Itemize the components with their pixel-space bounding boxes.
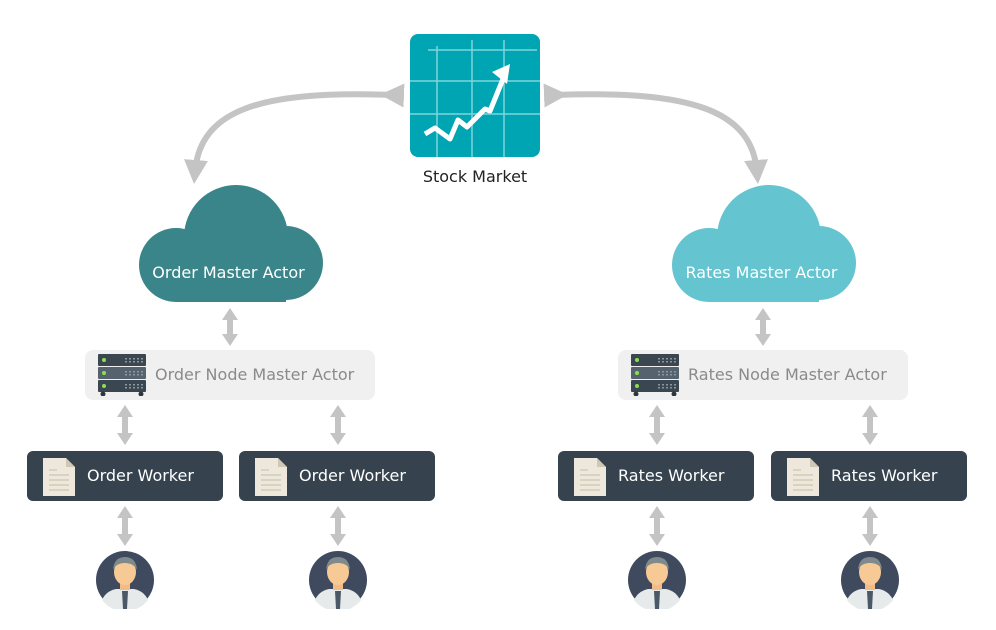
curved-arrow-left: [184, 83, 405, 184]
order-worker-2: Order Worker: [239, 451, 435, 501]
rates-master-actor: Rates Master Actor: [669, 185, 859, 307]
double-arrow: [649, 506, 665, 546]
order-master-label: Order Master Actor: [152, 263, 305, 282]
curved-arrow-right: [543, 83, 768, 184]
rates-worker-1: Rates Worker: [558, 451, 754, 501]
double-arrow: [862, 405, 878, 445]
user-avatar: [96, 551, 154, 613]
double-arrow: [222, 308, 238, 346]
worker-label: Rates Worker: [831, 466, 938, 485]
rates-worker-2: Rates Worker: [771, 451, 967, 501]
user-avatar: [309, 551, 367, 613]
user-avatar: [628, 551, 686, 613]
double-arrow: [649, 405, 665, 445]
double-arrow: [330, 405, 346, 445]
rates-node-master-actor: Rates Node Master Actor: [618, 350, 908, 400]
document-icon: [43, 458, 75, 500]
server-icon: [631, 354, 679, 400]
double-arrow: [117, 506, 133, 546]
worker-label: Order Worker: [87, 466, 194, 485]
stock-market-label: Stock Market: [422, 167, 528, 186]
order-node-master-actor: Order Node Master Actor: [85, 350, 375, 400]
double-arrow: [862, 506, 878, 546]
worker-label: Order Worker: [299, 466, 406, 485]
rates-master-label: Rates Master Actor: [685, 263, 838, 282]
user-avatar: [841, 551, 899, 613]
document-icon: [255, 458, 287, 500]
order-node-label: Order Node Master Actor: [155, 365, 355, 384]
worker-label: Rates Worker: [618, 466, 725, 485]
double-arrow: [755, 308, 771, 346]
double-arrow: [330, 506, 346, 546]
stock-market-icon: [410, 34, 540, 161]
server-icon: [98, 354, 146, 400]
order-worker-1: Order Worker: [27, 451, 223, 501]
architecture-diagram: Stock Market Order Master Actor Rates Ma…: [0, 0, 996, 630]
document-icon: [574, 458, 606, 500]
document-icon: [787, 458, 819, 500]
order-master-actor: Order Master Actor: [136, 185, 326, 307]
double-arrow: [117, 405, 133, 445]
rates-node-label: Rates Node Master Actor: [688, 365, 887, 384]
